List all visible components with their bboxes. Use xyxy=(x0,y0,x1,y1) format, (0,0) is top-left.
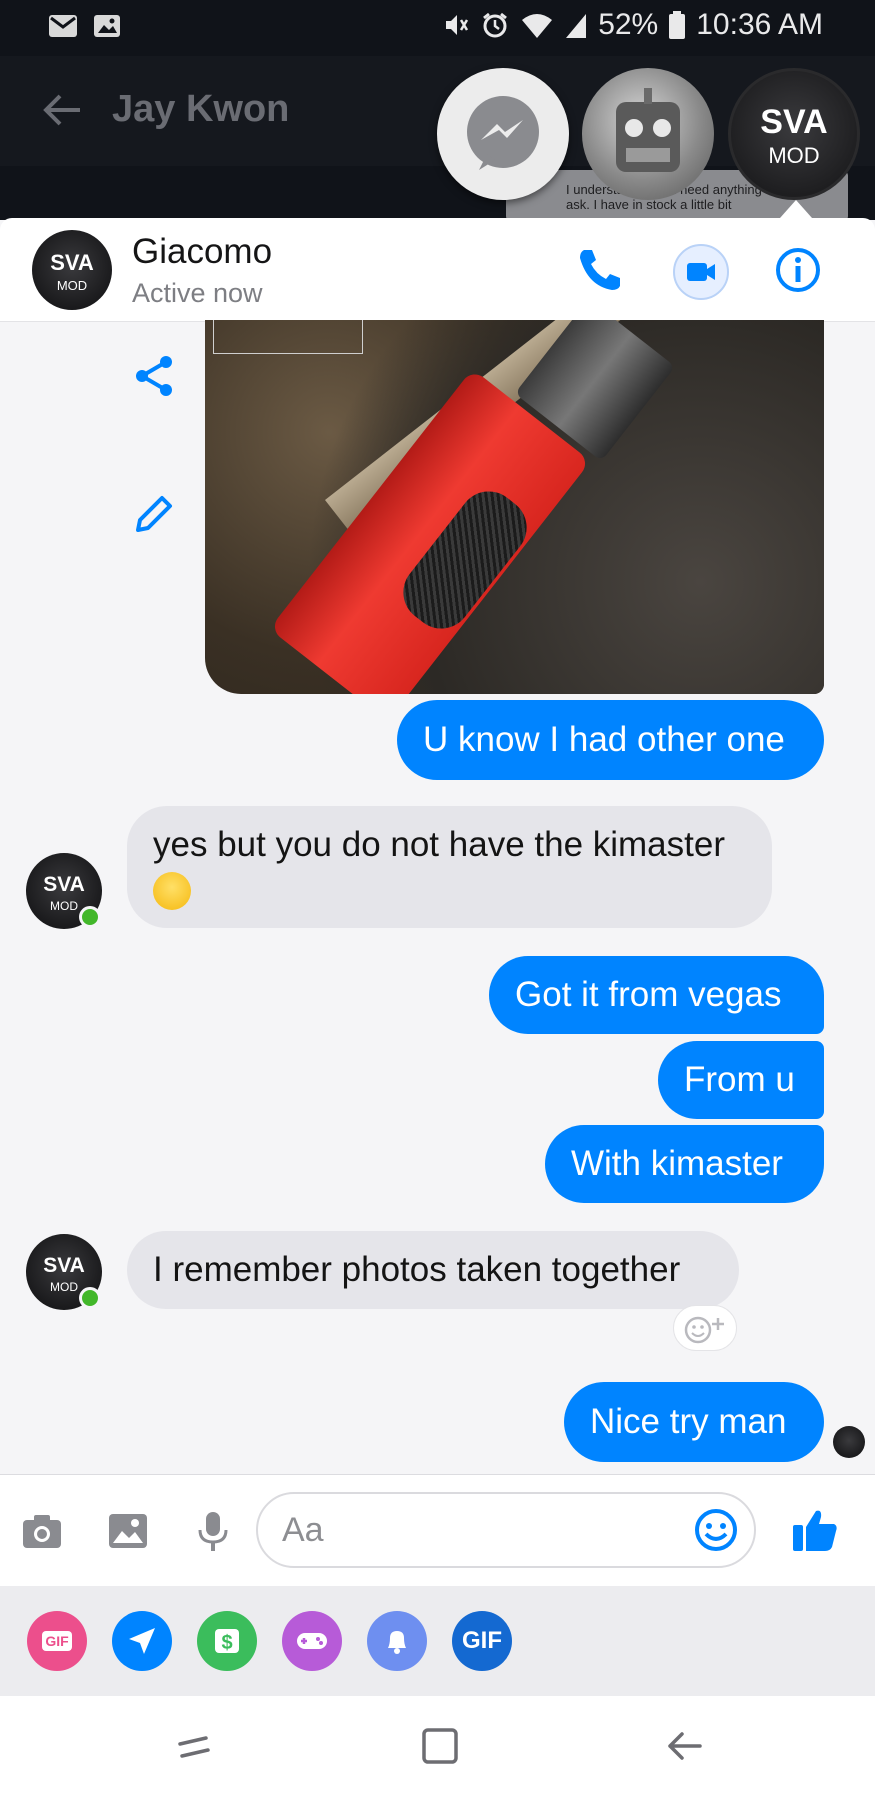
gallery-icon[interactable] xyxy=(106,1509,150,1553)
alarm-icon xyxy=(483,12,508,38)
svg-text:SVA: SVA xyxy=(43,873,85,896)
svg-text:SVA: SVA xyxy=(43,1254,85,1277)
svg-text:$: $ xyxy=(221,1632,232,1654)
battery-icon xyxy=(669,11,686,39)
gallery-notification-icon xyxy=(94,15,120,37)
edit-icon[interactable] xyxy=(130,490,178,538)
message-text: From u xyxy=(684,1060,795,1099)
background-chat-title: Jay Kwon xyxy=(112,88,290,130)
payment-button[interactable]: $ xyxy=(197,1611,257,1671)
add-reaction-icon xyxy=(684,1316,724,1344)
reminder-button[interactable] xyxy=(367,1611,427,1671)
online-indicator xyxy=(79,1287,101,1309)
message-input[interactable] xyxy=(256,1492,756,1568)
message-incoming[interactable]: yes but you do not have the kimaster xyxy=(127,806,772,928)
contact-avatar[interactable]: SVA MOD xyxy=(32,230,112,310)
contact-status: Active now xyxy=(132,278,263,308)
share-icon[interactable] xyxy=(130,352,178,400)
mute-icon xyxy=(446,15,469,35)
svg-text:MOD: MOD xyxy=(768,143,819,168)
back-arrow-icon xyxy=(43,94,80,126)
shared-photo[interactable] xyxy=(205,320,824,694)
message-outgoing[interactable]: From u xyxy=(658,1041,824,1119)
status-bar: 52% 10:36 AM xyxy=(0,0,875,56)
phone-icon[interactable] xyxy=(572,242,628,298)
chat-head-giacomo[interactable]: SVA MOD xyxy=(728,68,860,200)
sva-mod-logo: SVA MOD xyxy=(760,103,827,168)
gif-label: GIF xyxy=(42,1631,72,1651)
location-button[interactable] xyxy=(112,1611,172,1671)
wifi-icon xyxy=(522,14,553,38)
games-button[interactable] xyxy=(282,1611,342,1671)
svg-text:MOD: MOD xyxy=(57,278,87,293)
message-text: With kimaster xyxy=(571,1144,783,1183)
gif-button[interactable]: GIF xyxy=(27,1611,87,1671)
message-outgoing[interactable]: Nice try man xyxy=(564,1382,824,1462)
message-text: U know I had other one xyxy=(423,720,785,759)
photo-frame-edge xyxy=(213,320,363,354)
message-text: Got it from vegas xyxy=(515,975,782,1014)
back-icon[interactable] xyxy=(662,1724,706,1768)
message-outgoing[interactable]: Got it from vegas xyxy=(489,956,824,1034)
message-text: yes but you do not have the kimaster xyxy=(153,825,725,864)
add-reaction-button[interactable] xyxy=(673,1305,737,1351)
gif-search-button[interactable]: GIF xyxy=(452,1611,512,1671)
video-call-button[interactable] xyxy=(673,244,729,300)
clock: 10:36 AM xyxy=(696,8,823,41)
gif-search-label: GIF xyxy=(462,1627,502,1654)
robot-avatar xyxy=(616,88,680,172)
message-text: Nice try man xyxy=(590,1402,787,1441)
contact-name[interactable]: Giacomo xyxy=(132,232,272,272)
svg-text:SVA: SVA xyxy=(50,250,94,275)
microphone-icon[interactable] xyxy=(191,1509,235,1553)
online-indicator xyxy=(79,906,101,928)
svg-text:MOD: MOD xyxy=(50,899,78,913)
info-icon[interactable] xyxy=(770,242,826,298)
thumbs-up-icon[interactable] xyxy=(790,1505,840,1555)
message-outgoing[interactable]: With kimaster xyxy=(545,1125,824,1203)
message-outgoing[interactable]: U know I had other one xyxy=(397,700,824,780)
bell-icon xyxy=(388,1631,406,1654)
signal-icon xyxy=(566,14,587,38)
messenger-icon xyxy=(467,96,539,170)
video-icon xyxy=(687,263,715,281)
emoji-icon[interactable] xyxy=(693,1507,739,1553)
recent-apps-icon[interactable] xyxy=(172,1724,216,1768)
home-icon[interactable] xyxy=(418,1724,462,1768)
sva-mod-logo: SVA MOD xyxy=(50,250,94,293)
laughing-emoji-icon xyxy=(153,871,191,910)
message-text: I remember photos taken together xyxy=(153,1250,681,1289)
send-location-icon xyxy=(129,1628,155,1654)
dollar-icon: $ xyxy=(215,1629,239,1654)
gmail-notification-icon xyxy=(49,15,77,37)
seen-indicator-avatar xyxy=(833,1426,865,1458)
messenger-chat-head[interactable] xyxy=(437,68,569,200)
message-input-placeholder: Aa xyxy=(282,1511,324,1549)
chat-head-pointer xyxy=(780,200,812,218)
svg-text:SVA: SVA xyxy=(760,103,827,141)
message-incoming[interactable]: I remember photos taken together xyxy=(127,1231,739,1309)
game-controller-icon xyxy=(297,1633,327,1649)
camera-icon[interactable] xyxy=(20,1509,64,1553)
battery-percent: 52% xyxy=(598,8,659,41)
svg-text:MOD: MOD xyxy=(50,1280,78,1294)
chat-head-contact[interactable] xyxy=(582,68,714,200)
